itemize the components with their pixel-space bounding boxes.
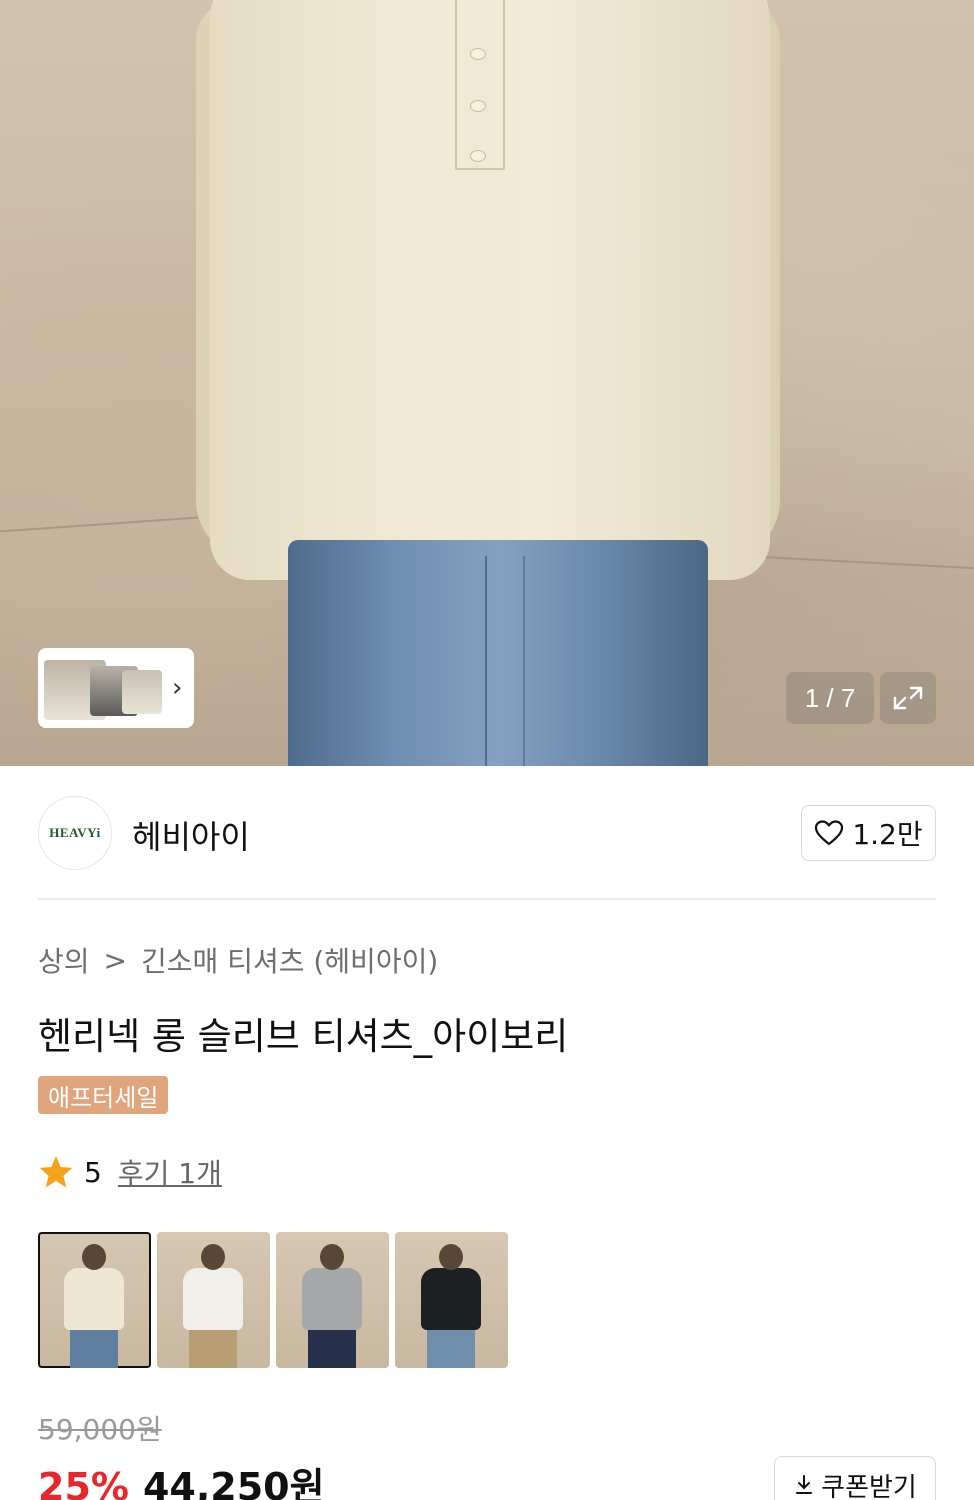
- star-icon: [39, 1156, 73, 1188]
- breadcrumb-separator: >: [103, 943, 127, 977]
- brand-logo[interactable]: HEAVYi: [38, 796, 112, 870]
- color-option-grey[interactable]: [276, 1232, 389, 1368]
- sale-badge: 애프터세일: [38, 1076, 169, 1114]
- shirt-swatch: [183, 1268, 243, 1330]
- color-option-black[interactable]: [395, 1232, 508, 1368]
- thumbnail-stack: [44, 656, 162, 720]
- model-head: [82, 1244, 106, 1270]
- breadcrumb-subcategory-label: 긴소매 티셔츠: [141, 945, 305, 978]
- shirt-button: [470, 150, 486, 162]
- model-head: [439, 1244, 463, 1270]
- heart-icon: [815, 820, 844, 846]
- color-options: [38, 1232, 508, 1368]
- product-main-image[interactable]: › 1 / 7: [0, 0, 974, 766]
- gallery-thumbnail-strip[interactable]: ›: [38, 648, 194, 728]
- price-row: 25% 44,250원: [38, 1456, 325, 1500]
- pants-swatch: [70, 1328, 118, 1368]
- rating-row: 5 후기 1개: [38, 1152, 222, 1192]
- gallery-thumbnail: [122, 670, 162, 714]
- brand-logo-text: HEAVYi: [49, 825, 101, 840]
- product-title: 헨리넥 롱 슬리브 티셔츠_아이보리: [38, 1015, 569, 1058]
- expand-button[interactable]: [880, 672, 936, 724]
- rating-score: 5: [84, 1155, 102, 1189]
- shirt-swatch: [64, 1268, 124, 1330]
- pants-swatch: [189, 1328, 237, 1368]
- gallery-counter: 1 / 7: [786, 672, 874, 724]
- chevron-right-icon[interactable]: ›: [172, 675, 182, 701]
- pants-swatch: [427, 1328, 475, 1368]
- model-head: [201, 1244, 225, 1270]
- original-price: 59,000원: [38, 1413, 162, 1446]
- divider: [38, 898, 936, 900]
- breadcrumb-brand-tag: (헤비아이): [313, 945, 439, 978]
- like-button[interactable]: 1.2만: [801, 805, 936, 861]
- pants-swatch: [308, 1328, 356, 1368]
- sale-price: 44,250원: [142, 1465, 325, 1500]
- shirt-button: [470, 48, 486, 60]
- shirt-button: [470, 100, 486, 112]
- review-count-link[interactable]: 후기 1개: [118, 1152, 222, 1192]
- breadcrumb-subcategory[interactable]: 긴소매 티셔츠 (헤비아이): [141, 940, 438, 980]
- expand-icon: [893, 686, 923, 710]
- shirt-swatch: [302, 1268, 362, 1330]
- model-head: [320, 1244, 344, 1270]
- download-icon: [796, 1475, 813, 1494]
- coupon-button[interactable]: 쿠폰받기: [774, 1456, 936, 1500]
- breadcrumb-category[interactable]: 상의: [38, 940, 90, 980]
- discount-rate: 25%: [38, 1465, 129, 1500]
- like-count: 1.2만: [852, 818, 923, 851]
- breadcrumb: 상의 > 긴소매 티셔츠 (헤비아이): [38, 940, 438, 980]
- shirt-swatch: [421, 1268, 481, 1330]
- color-option-ivory[interactable]: [38, 1232, 151, 1368]
- coupon-label: 쿠폰받기: [821, 1472, 917, 1500]
- brand-name[interactable]: 헤비아이: [132, 812, 250, 858]
- shirt-placket: [455, 0, 505, 170]
- jeans-fly: [485, 556, 525, 766]
- color-option-white[interactable]: [157, 1232, 270, 1368]
